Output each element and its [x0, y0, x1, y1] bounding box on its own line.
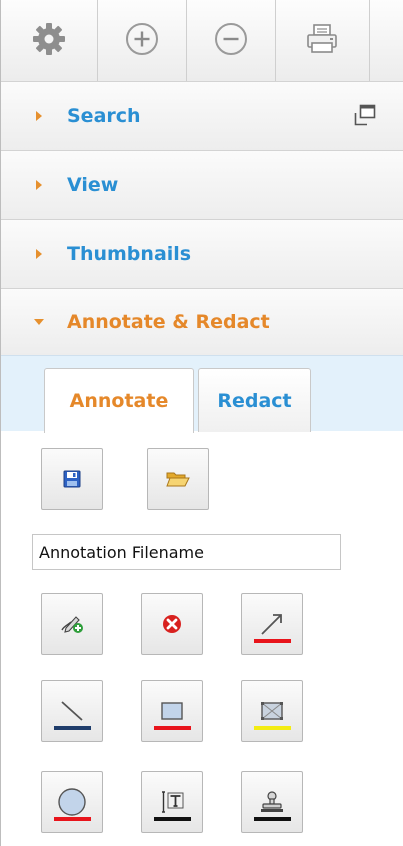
ellipse-color-bar	[54, 817, 91, 821]
accordion-search-label: Search	[67, 105, 141, 127]
accordion-annotate-label: Annotate & Redact	[67, 311, 270, 333]
line-color-bar	[54, 726, 91, 730]
tab-annotate[interactable]: Annotate	[44, 368, 194, 433]
text-tool-icon	[159, 790, 185, 814]
annotation-filename-input[interactable]	[32, 534, 341, 570]
stamp-icon	[259, 790, 285, 814]
text-tool-button[interactable]	[141, 771, 203, 833]
open-annotations-button[interactable]	[147, 448, 209, 510]
floppy-icon	[63, 470, 81, 488]
popout-icon[interactable]	[354, 104, 376, 126]
rectangle-tool-button[interactable]	[141, 680, 203, 742]
accordion-view[interactable]: View	[1, 150, 403, 219]
text-color-bar	[154, 817, 191, 821]
accordion-thumbnails-label: Thumbnails	[67, 243, 192, 265]
caret-right-icon	[36, 249, 42, 259]
arrow-color-bar	[254, 639, 291, 643]
printer-icon	[306, 23, 338, 58]
line-tool-button[interactable]	[41, 680, 103, 742]
arrow-tool-button[interactable]	[241, 593, 303, 655]
highlight-color-bar	[254, 726, 291, 730]
tab-redact[interactable]: Redact	[198, 368, 311, 432]
rectangle-icon	[160, 701, 184, 721]
minus-circle-icon	[213, 21, 249, 61]
plus-circle-icon	[124, 21, 160, 61]
accordion-thumbnails[interactable]: Thumbnails	[1, 219, 403, 288]
caret-right-icon	[36, 180, 42, 190]
line-icon	[59, 698, 85, 724]
stamp-tool-button[interactable]	[241, 771, 303, 833]
folder-open-icon	[166, 470, 190, 488]
gear-icon	[31, 21, 67, 61]
delete-annotation-button[interactable]	[141, 593, 203, 655]
rectangle-color-bar	[154, 726, 191, 730]
highlight-rect-icon	[260, 701, 284, 721]
zoom-out-button[interactable]	[186, 0, 276, 81]
accordion-view-label: View	[67, 174, 119, 196]
zoom-in-button[interactable]	[97, 0, 187, 81]
accordion-annotate-redact[interactable]: Annotate & Redact	[1, 288, 403, 355]
pencil-plus-icon	[59, 613, 85, 635]
settings-button[interactable]	[1, 0, 98, 81]
stamp-color-bar	[254, 817, 291, 821]
print-button[interactable]	[275, 0, 370, 81]
caret-right-icon	[36, 111, 42, 121]
ellipse-tool-button[interactable]	[41, 771, 103, 833]
ellipse-icon	[57, 787, 87, 817]
red-x-circle-icon	[162, 614, 182, 634]
accordion-search[interactable]: Search	[1, 81, 403, 150]
annotate-redact-tabs: Annotate Redact	[1, 355, 403, 433]
save-annotations-button[interactable]	[41, 448, 103, 510]
caret-down-icon	[34, 319, 44, 325]
freehand-tool-button[interactable]	[41, 593, 103, 655]
highlight-tool-button[interactable]	[241, 680, 303, 742]
top-toolbar	[1, 0, 403, 82]
arrow-icon	[259, 611, 285, 637]
annotation-side-panel: Search View Thumbnails Annotate & Redact…	[0, 0, 403, 846]
